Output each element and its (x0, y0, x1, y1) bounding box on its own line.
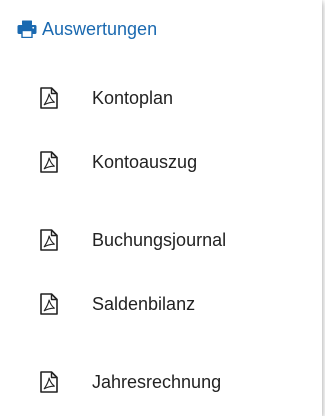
menu-item-kontoplan[interactable]: Kontoplan (38, 78, 173, 118)
menu-item-kontoauszug[interactable]: Kontoauszug (38, 142, 197, 182)
reports-menu-title: Auswertungen (42, 18, 158, 39)
reports-menu-header[interactable]: Auswertungen (16, 16, 157, 42)
menu-item-label: Saldenbilanz (92, 293, 196, 314)
pdf-icon (38, 228, 60, 252)
menu-item-label: Jahresrechnung (92, 371, 222, 392)
menu-item-label: Kontoplan (92, 87, 174, 108)
menu-item-buchungsjournal[interactable]: Buchungsjournal (38, 220, 226, 260)
menu-item-label: Buchungsjournal (92, 229, 227, 250)
menu-item-label: Kontoauszug (92, 151, 198, 172)
print-icon (16, 18, 38, 40)
pdf-icon (38, 370, 60, 394)
menu-item-jahresrechnung[interactable]: Jahresrechnung (38, 362, 221, 402)
menu-item-saldenbilanz[interactable]: Saldenbilanz (38, 284, 195, 324)
pdf-icon (38, 86, 60, 110)
reports-menu-panel: Auswertungen Kontoplan Kontoauszug Buchu… (0, 0, 322, 416)
pdf-icon (38, 292, 60, 316)
pdf-icon (38, 150, 60, 174)
